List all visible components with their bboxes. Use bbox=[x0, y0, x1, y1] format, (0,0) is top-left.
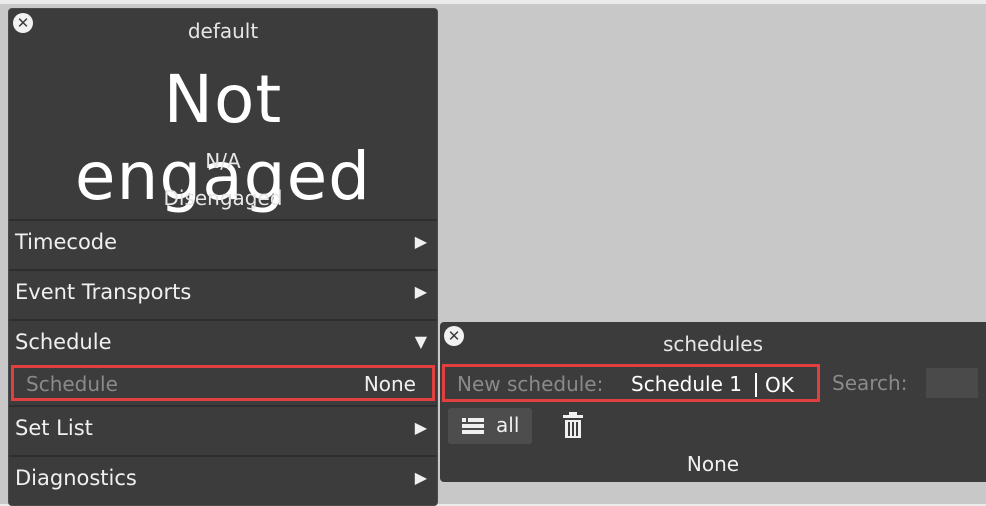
empty-schedule-list: None bbox=[686, 452, 740, 476]
expand-arrow-icon: ▶ bbox=[414, 468, 427, 487]
new-schedule-label: New schedule: bbox=[457, 372, 604, 396]
row-label: Set List bbox=[15, 416, 93, 440]
schedule-field-value: None bbox=[363, 372, 416, 396]
engagement-state: Disengaged bbox=[163, 186, 283, 210]
row-label: Event Transports bbox=[15, 280, 192, 304]
new-schedule-input[interactable]: Schedule 1 bbox=[631, 372, 742, 396]
expand-arrow-icon: ▶ bbox=[414, 282, 427, 301]
row-timecode[interactable]: Timecode ▶ bbox=[9, 219, 437, 267]
row-label: Schedule bbox=[15, 330, 112, 354]
row-label: Diagnostics bbox=[15, 466, 137, 490]
row-set-list[interactable]: Set List ▶ bbox=[9, 405, 437, 453]
list-icon bbox=[462, 418, 484, 434]
row-event-transports[interactable]: Event Transports ▶ bbox=[9, 269, 437, 317]
ok-button[interactable]: OK bbox=[765, 373, 794, 397]
row-label: Timecode bbox=[15, 230, 118, 254]
all-filter-button[interactable]: all bbox=[448, 408, 532, 444]
panel-title: default bbox=[187, 19, 259, 43]
trash-icon[interactable] bbox=[562, 412, 584, 438]
text-caret bbox=[755, 373, 757, 397]
schedules-panel: ✕ schedules New schedule: Schedule 1 OK … bbox=[440, 322, 986, 482]
search-input[interactable] bbox=[926, 368, 978, 398]
expand-arrow-icon: ▶ bbox=[414, 232, 427, 251]
search-label: Search: bbox=[832, 371, 908, 395]
status-detail: N/A bbox=[205, 149, 241, 173]
new-schedule-field[interactable]: New schedule: Schedule 1 OK bbox=[442, 364, 820, 402]
schedule-field-label: Schedule bbox=[26, 372, 118, 396]
expand-arrow-icon: ▶ bbox=[414, 418, 427, 437]
default-panel: ✕ default Not engaged N/A Disengaged Tim… bbox=[8, 8, 438, 506]
collapse-arrow-icon: ▼ bbox=[414, 332, 427, 351]
panel-title: schedules bbox=[662, 332, 764, 356]
row-diagnostics[interactable]: Diagnostics ▶ bbox=[9, 455, 437, 503]
schedule-select-field[interactable]: Schedule None bbox=[11, 365, 435, 401]
row-schedule[interactable]: Schedule ▼ bbox=[9, 319, 437, 367]
all-button-label: all bbox=[496, 413, 520, 437]
